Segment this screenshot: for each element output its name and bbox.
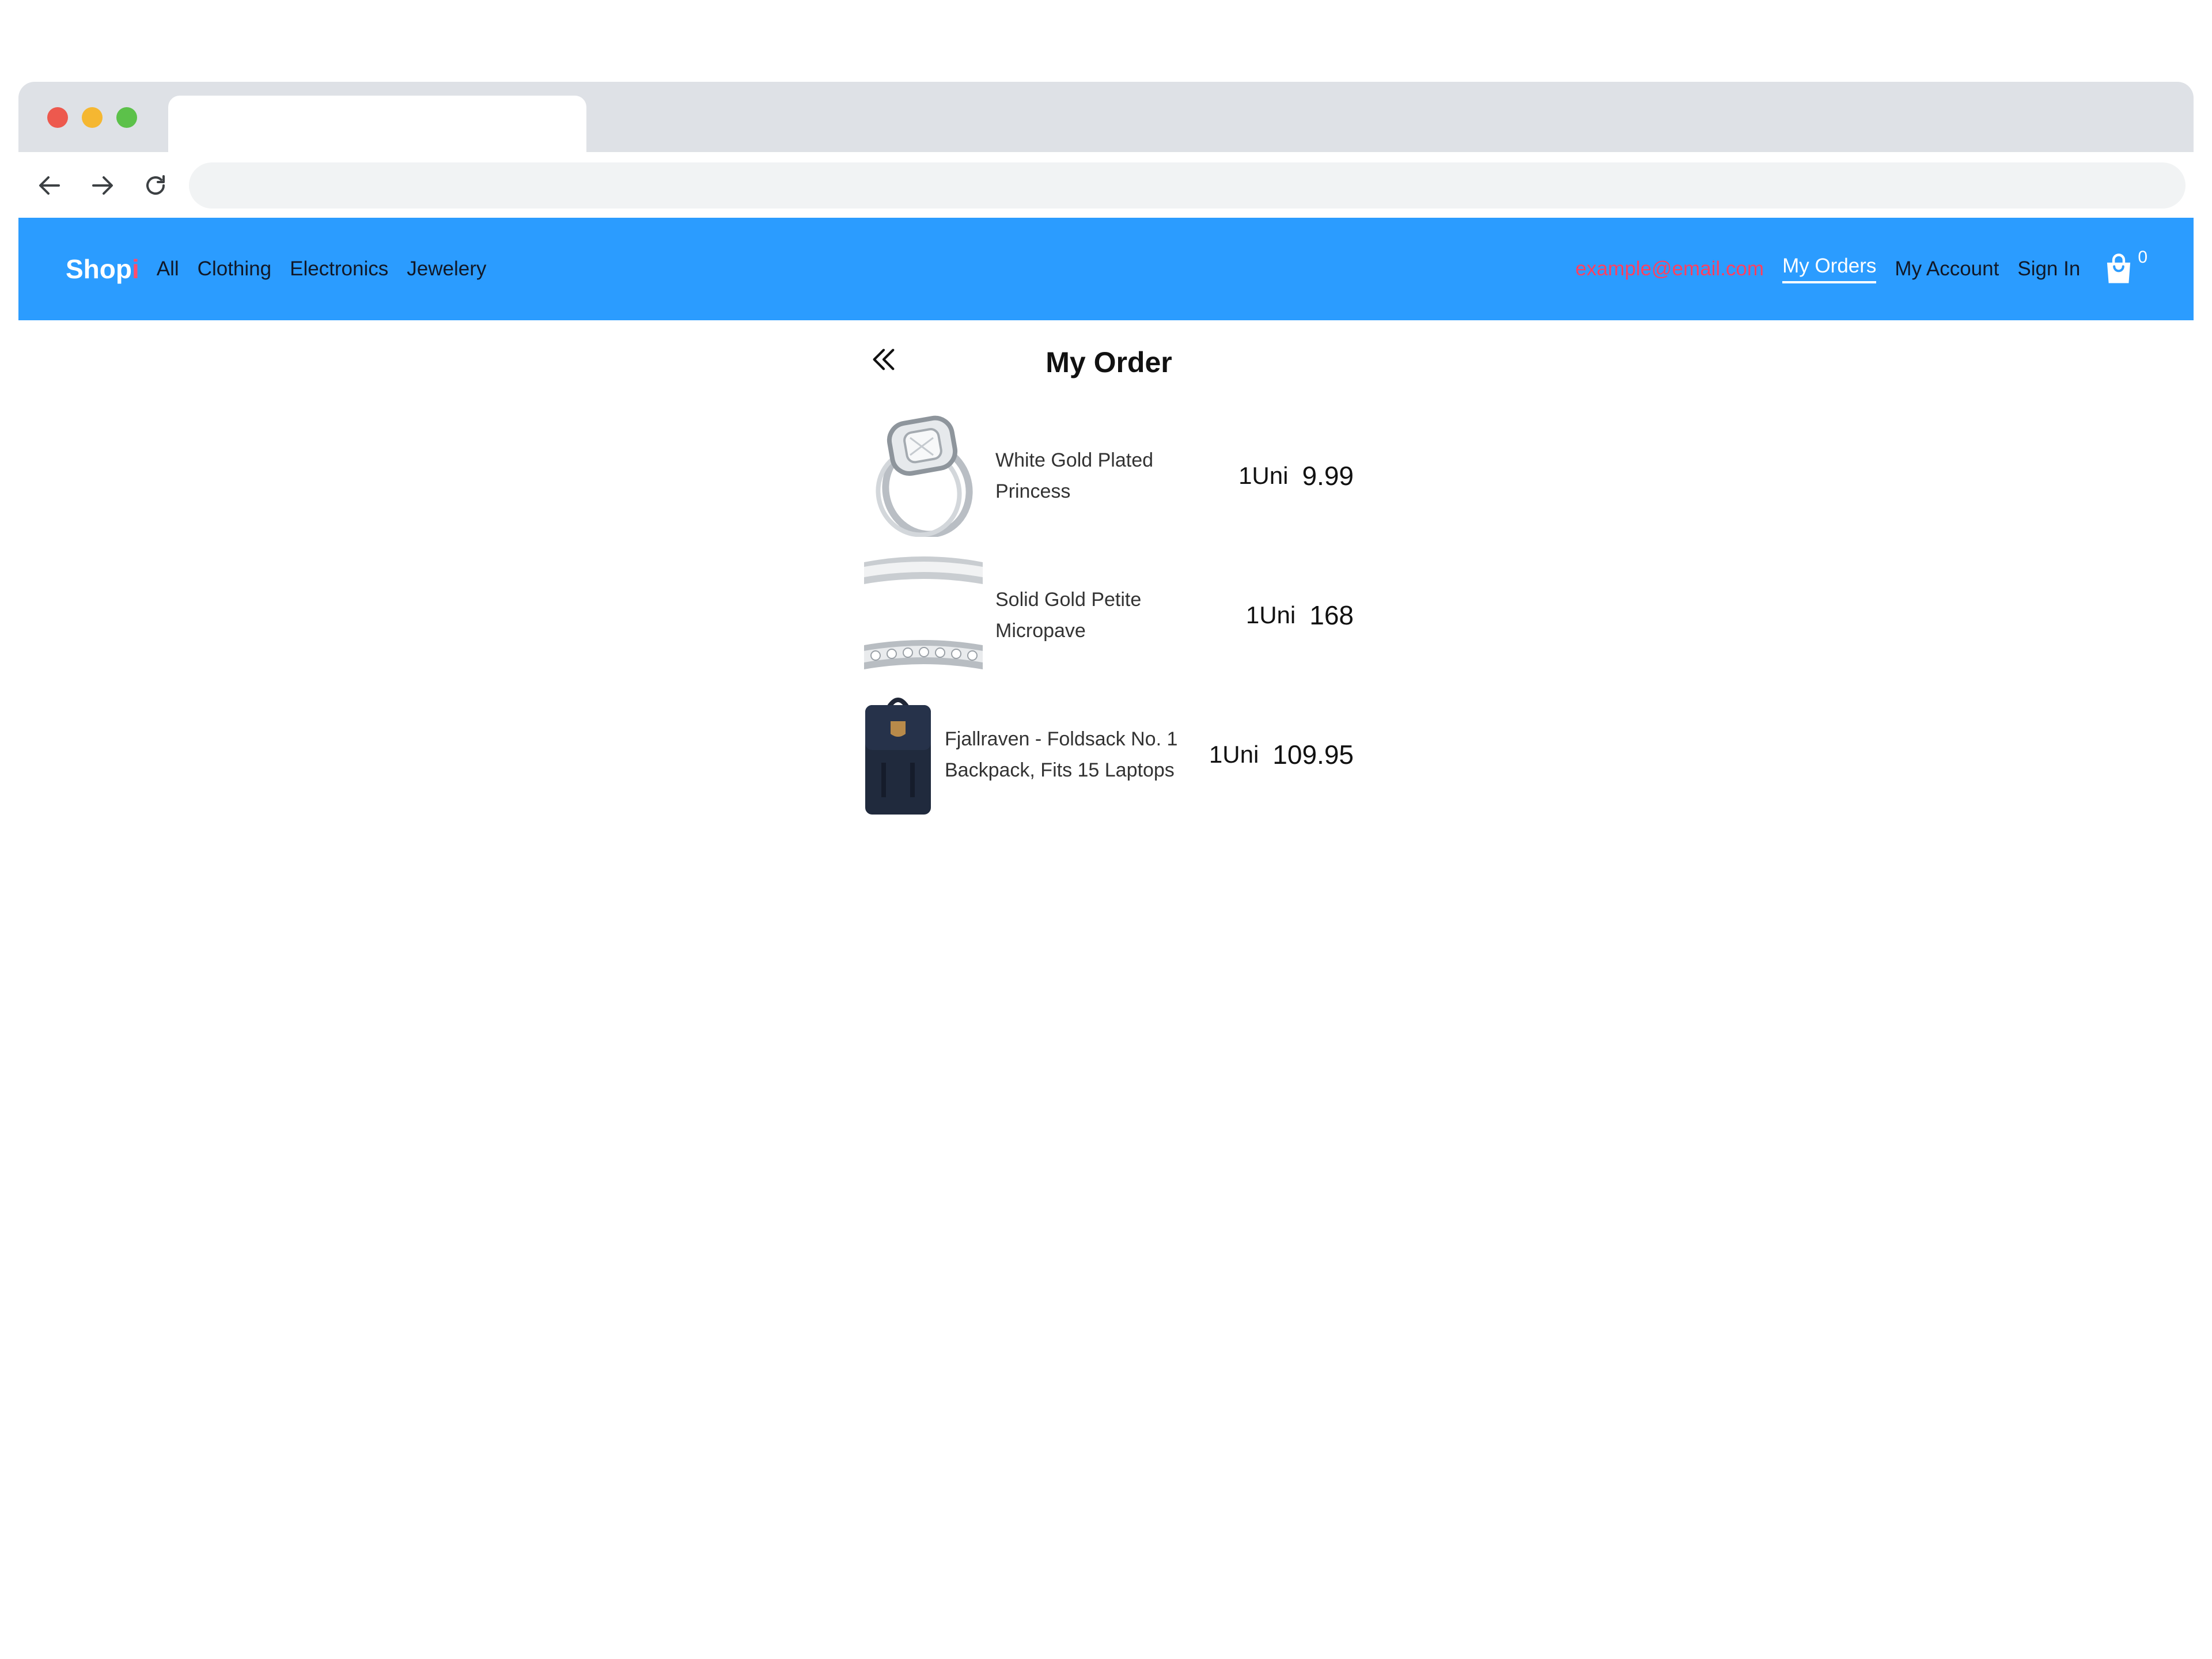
site-header: Shopi All Clothing Electronics Jewelery … [18, 218, 2194, 320]
back-arrow-icon[interactable] [33, 169, 66, 202]
logo-accent: i [131, 254, 139, 284]
reload-icon[interactable] [139, 169, 172, 202]
shopping-bag-icon [2107, 253, 2131, 283]
user-email: example@email.com [1575, 257, 1764, 280]
order-panel: My Order White Gold Plated Princess 1Uni… [864, 340, 1354, 816]
item-quantity: 1Uni [1209, 741, 1259, 768]
maximize-window-dot[interactable] [116, 107, 137, 128]
order-item: White Gold Plated Princess 1Uni 9.99 [864, 415, 1354, 538]
logo-text: Shop [66, 254, 132, 284]
forward-arrow-icon[interactable] [86, 169, 119, 202]
nav-left: Shopi All Clothing Electronics Jewelery [66, 253, 505, 285]
browser-window: Shopi All Clothing Electronics Jewelery … [18, 82, 2194, 1659]
nav-link-electronics[interactable]: Electronics [290, 257, 388, 281]
browser-toolbar [18, 152, 2194, 218]
address-bar[interactable] [189, 162, 2186, 209]
item-quantity: 1Uni [1238, 462, 1289, 489]
nav-link-my-account[interactable]: My Account [1895, 257, 1999, 281]
shop-logo[interactable]: Shopi [66, 253, 139, 285]
nav-link-clothing[interactable]: Clothing [198, 257, 271, 281]
nav-right: example@email.com My Orders My Account S… [1575, 248, 2147, 286]
page-title: My Order [1046, 346, 1172, 378]
cart-button[interactable]: 0 [2103, 248, 2147, 286]
nav-link-my-orders[interactable]: My Orders [1782, 255, 1877, 283]
band-ring-icon [864, 554, 983, 676]
minimize-window-dot[interactable] [82, 107, 103, 128]
backpack-icon [864, 694, 932, 816]
tab-bar [18, 82, 2194, 152]
item-price: 109.95 [1272, 740, 1354, 770]
item-name: Fjallraven - Foldsack No. 1 Backpack, Fi… [945, 728, 1178, 781]
item-price: 9.99 [1302, 461, 1354, 491]
ring-icon [864, 415, 983, 538]
nav-link-sign-in[interactable]: Sign In [2017, 257, 2080, 281]
close-window-dot[interactable] [47, 107, 68, 128]
cart-count: 0 [2138, 248, 2147, 267]
item-summary: 1Uni 9.99 [1238, 460, 1354, 491]
order-item: Fjallraven - Foldsack No. 1 Backpack, Fi… [864, 694, 1354, 816]
order-header: My Order [864, 340, 1354, 386]
item-summary: 1Uni 109.95 [1209, 739, 1354, 770]
item-name: Solid Gold Petite Micropave [995, 589, 1142, 642]
order-item: Solid Gold Petite Micropave 1Uni 168 [864, 554, 1354, 676]
item-price: 168 [1309, 600, 1354, 630]
nav-link-jewelery[interactable]: Jewelery [407, 257, 486, 281]
item-summary: 1Uni 168 [1246, 600, 1354, 631]
item-quantity: 1Uni [1245, 601, 1296, 628]
nav-link-all[interactable]: All [157, 257, 179, 281]
item-name: White Gold Plated Princess [995, 449, 1154, 502]
browser-tab[interactable] [168, 96, 586, 152]
